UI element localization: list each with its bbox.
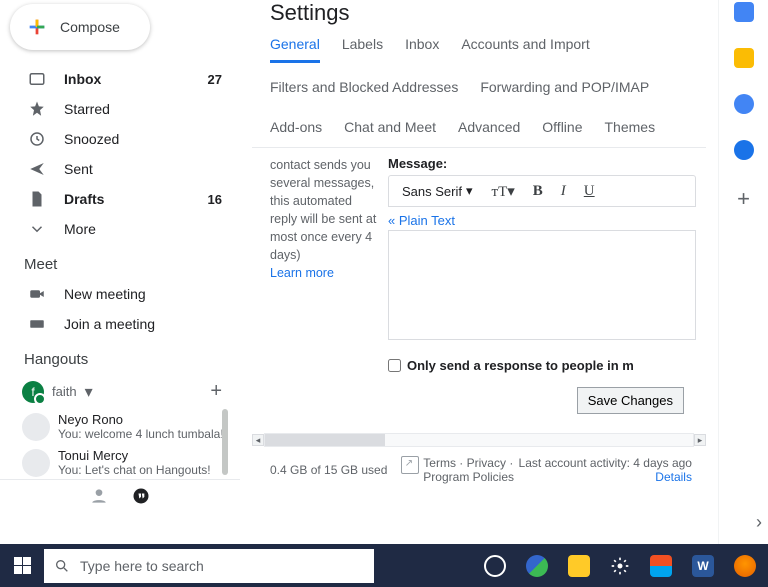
tab-themes[interactable]: Themes [605, 119, 656, 143]
footer: 0.4 GB of 15 GB used Terms · Privacy · P… [252, 448, 706, 484]
settings-tabs: General Labels Inbox Accounts and Import… [252, 36, 706, 148]
page-title: Settings [270, 0, 706, 26]
firefox-icon[interactable] [734, 555, 756, 577]
scrollbar[interactable] [222, 409, 228, 475]
add-addon-button[interactable]: + [737, 186, 750, 212]
chats-list: Neyo RonoYou: welcome 4 lunch tumbala! T… [0, 409, 240, 479]
settings-main: Settings General Labels Inbox Accounts a… [240, 0, 718, 544]
plain-text-link[interactable]: « Plain Text [388, 213, 696, 228]
caret-down-icon: ▾ [466, 183, 473, 199]
tasks-icon[interactable] [734, 94, 754, 114]
program-policies-link[interactable]: Program Policies [423, 470, 514, 484]
chevron-down-icon [28, 220, 46, 238]
caret-down-icon: ▾ [85, 382, 93, 402]
collapse-panel-button[interactable]: › [756, 512, 762, 533]
explorer-icon[interactable] [568, 555, 590, 577]
start-button[interactable] [0, 544, 44, 587]
file-icon [28, 190, 46, 208]
tab-accounts[interactable]: Accounts and Import [461, 36, 589, 63]
tab-inbox[interactable]: Inbox [405, 36, 439, 63]
learn-more-link[interactable]: Learn more [270, 266, 334, 280]
send-icon [28, 160, 46, 178]
meet-new[interactable]: New meeting [0, 279, 240, 309]
format-toolbar: Sans Serif ▾ тT▾ B I U [388, 175, 696, 207]
save-changes-button[interactable]: Save Changes [577, 387, 684, 414]
tab-addons[interactable]: Add-ons [270, 119, 322, 143]
tab-general[interactable]: General [270, 36, 320, 63]
add-chat-button[interactable]: + [210, 380, 222, 403]
avatar [22, 413, 50, 441]
star-icon [28, 100, 46, 118]
left-sidebar: Compose Inbox 27 Starred Snoozed Sent [0, 0, 240, 544]
meet-join[interactable]: Join a meeting [0, 309, 240, 339]
font-size-button[interactable]: тT▾ [488, 182, 519, 201]
chat-item[interactable]: Tonui MercyYou: Let's chat on Hangouts! [0, 445, 240, 479]
plus-icon [26, 16, 48, 38]
store-icon[interactable] [650, 555, 672, 577]
compose-button[interactable]: Compose [10, 4, 150, 50]
meet-heading: Meet [0, 244, 240, 279]
external-link-icon[interactable] [401, 456, 419, 474]
side-panel: + [718, 0, 768, 544]
sidebar-item-sent[interactable]: Sent [0, 154, 240, 184]
message-editor[interactable] [388, 230, 696, 340]
message-label: Message: [388, 156, 696, 171]
cortana-icon[interactable] [484, 555, 506, 577]
font-family-select[interactable]: Sans Serif ▾ [397, 180, 478, 202]
chat-item[interactable]: Neyo RonoYou: welcome 4 lunch tumbala! [0, 409, 240, 445]
contacts-icon[interactable] [734, 140, 754, 160]
tab-forwarding[interactable]: Forwarding and POP/IMAP [480, 79, 649, 103]
word-icon[interactable]: W [692, 555, 714, 577]
edge-icon[interactable] [526, 555, 548, 577]
clock-icon [28, 130, 46, 148]
details-link[interactable]: Details [655, 470, 692, 484]
person-icon[interactable] [89, 486, 109, 506]
calendar-icon[interactable] [734, 2, 754, 22]
storage-text: 0.4 GB of 15 GB used [270, 463, 387, 477]
bold-button[interactable]: B [529, 183, 547, 200]
tab-filters[interactable]: Filters and Blocked Addresses [270, 79, 458, 103]
sidebar-item-starred[interactable]: Starred [0, 94, 240, 124]
hangouts-icon[interactable] [131, 486, 151, 506]
scroll-right-icon[interactable]: ▸ [694, 434, 706, 446]
search-icon [54, 558, 70, 574]
contacts-only-checkbox[interactable]: Only send a response to people in m [388, 358, 696, 373]
activity-text: Last account activity: 4 days ago [519, 456, 692, 470]
privacy-link[interactable]: Privacy [467, 456, 506, 470]
windows-taskbar: Type here to search W [0, 544, 768, 587]
tab-advanced[interactable]: Advanced [458, 119, 520, 143]
camera-icon [28, 285, 46, 303]
settings-icon[interactable] [610, 556, 630, 576]
italic-button[interactable]: I [557, 183, 570, 200]
avatar: f [22, 381, 44, 403]
setting-help-text: contact sends you several messages, this… [270, 156, 380, 414]
scroll-left-icon[interactable]: ◂ [252, 434, 264, 446]
keyboard-icon [28, 315, 46, 333]
compose-label: Compose [60, 19, 120, 35]
checkbox-input[interactable] [388, 359, 401, 372]
hangouts-heading: Hangouts [0, 339, 240, 374]
inbox-icon [28, 70, 46, 88]
sidebar-item-more[interactable]: More [0, 214, 240, 244]
underline-button[interactable]: U [580, 183, 599, 200]
hangouts-user[interactable]: f faith ▾ + [0, 374, 240, 409]
sidebar-item-drafts[interactable]: Drafts 16 [0, 184, 240, 214]
taskbar-search[interactable]: Type here to search [44, 549, 374, 583]
tab-labels[interactable]: Labels [342, 36, 383, 63]
sidebar-item-snoozed[interactable]: Snoozed [0, 124, 240, 154]
tab-offline[interactable]: Offline [542, 119, 582, 143]
avatar [22, 449, 50, 477]
keep-icon[interactable] [734, 48, 754, 68]
sidebar-item-inbox[interactable]: Inbox 27 [0, 64, 240, 94]
horizontal-scrollbar[interactable]: ◂ ▸ [252, 432, 706, 448]
terms-link[interactable]: Terms [423, 456, 456, 470]
tab-chat[interactable]: Chat and Meet [344, 119, 436, 143]
